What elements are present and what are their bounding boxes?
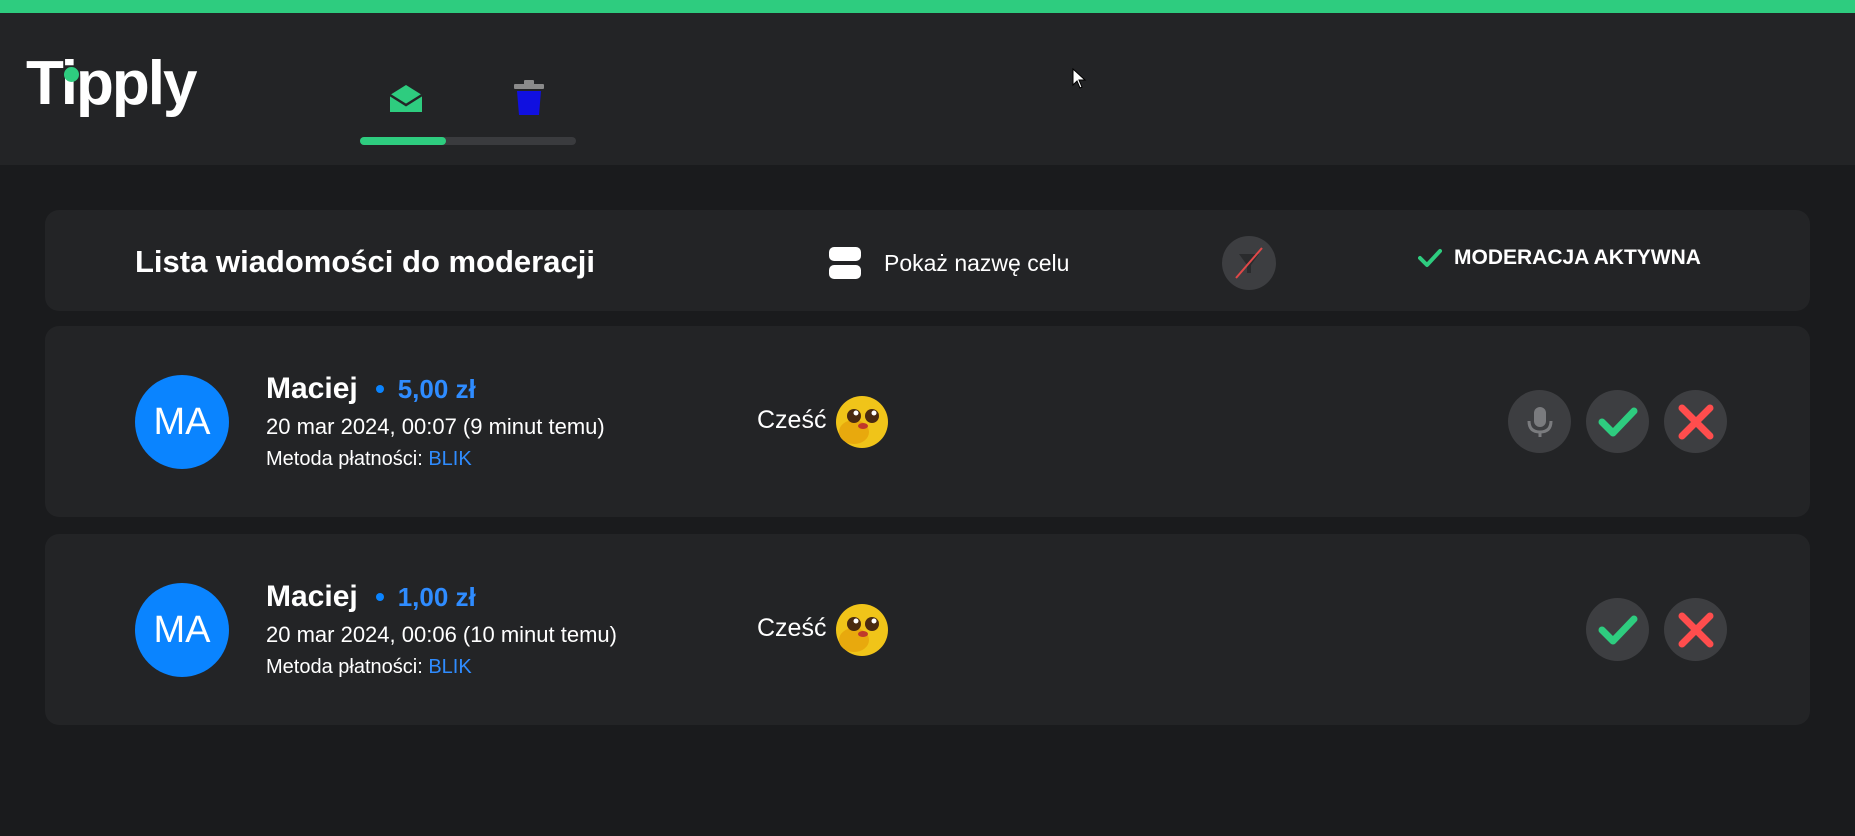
check-icon [1598, 407, 1637, 436]
payment-method-row: Metoda płatności: BLIK [266, 448, 605, 471]
payment-method-value: BLIK [428, 656, 472, 678]
moderation-toolbar: Lista wiadomości do moderacji Pokaż nazw… [45, 210, 1810, 311]
show-goal-name-label: Pokaż nazwę celu [884, 249, 1070, 276]
envelope-open-icon [389, 85, 423, 112]
layout-rows-icon [829, 247, 861, 279]
show-goal-name-toggle[interactable]: Pokaż nazwę celu [828, 246, 1069, 280]
tip-amount: 5,00 zł [397, 373, 476, 404]
reject-button[interactable] [1664, 390, 1727, 453]
tab-messages[interactable] [366, 68, 446, 128]
message-actions [1493, 390, 1727, 453]
close-icon [1678, 404, 1713, 439]
avatar: MA [135, 583, 229, 677]
message-text: Cześć [757, 405, 827, 434]
tab-trash[interactable] [489, 68, 569, 128]
sender-name: Maciej [266, 580, 358, 613]
avatar: MA [135, 375, 229, 469]
approve-button[interactable] [1586, 390, 1649, 453]
message-content: Cześć [757, 600, 890, 656]
message-meta: Maciej 1,00 zł 20 mar 2024, 00:06 (10 mi… [266, 580, 617, 679]
payment-method-value: BLIK [428, 448, 472, 470]
message-text: Cześć [757, 613, 827, 642]
read-aloud-button[interactable] [1508, 390, 1571, 453]
message-datetime: 20 mar 2024, 00:07 (9 minut temu) [266, 414, 605, 439]
message-actions [1571, 598, 1727, 661]
filter-off-button[interactable] [1222, 236, 1276, 290]
page-title: Lista wiadomości do moderacji [135, 244, 595, 279]
message-card: MA Maciej 5,00 zł 20 mar 2024, 00:07 (9 … [45, 326, 1810, 517]
microphone-icon [1527, 406, 1552, 437]
check-icon [1418, 249, 1442, 267]
payment-method-row: Metoda płatności: BLIK [266, 656, 617, 679]
reject-button[interactable] [1664, 598, 1727, 661]
tip-amount: 1,00 zł [397, 581, 476, 612]
sender-name: Maciej [266, 372, 358, 405]
payment-method-label: Metoda płatności: [266, 656, 423, 678]
message-datetime: 20 mar 2024, 00:06 (10 minut temu) [266, 622, 617, 647]
separator-dot [375, 593, 384, 601]
logo-dot [64, 67, 79, 82]
logo: Tipply [26, 49, 197, 118]
message-content: Cześć [757, 392, 890, 448]
message-card: MA Maciej 1,00 zł 20 mar 2024, 00:06 (10… [45, 534, 1810, 725]
moderation-status-label: MODERACJA AKTYWNA [1454, 246, 1701, 269]
close-icon [1678, 612, 1713, 647]
approve-button[interactable] [1586, 598, 1649, 661]
trash-icon [514, 80, 544, 115]
top-accent-strip [0, 0, 1855, 13]
check-icon [1598, 615, 1637, 644]
mouse-cursor-icon [1072, 68, 1087, 89]
emote-icon [836, 604, 889, 656]
message-meta: Maciej 5,00 zł 20 mar 2024, 00:07 (9 min… [266, 372, 605, 471]
moderation-status: MODERACJA AKTYWNA [1418, 246, 1701, 270]
separator-dot [375, 385, 384, 393]
emote-icon [836, 396, 889, 448]
filter-off-icon [1235, 247, 1263, 279]
app-header: Tipply [0, 13, 1855, 165]
payment-method-label: Metoda płatności: [266, 448, 423, 470]
tab-indicator-active [360, 137, 446, 145]
